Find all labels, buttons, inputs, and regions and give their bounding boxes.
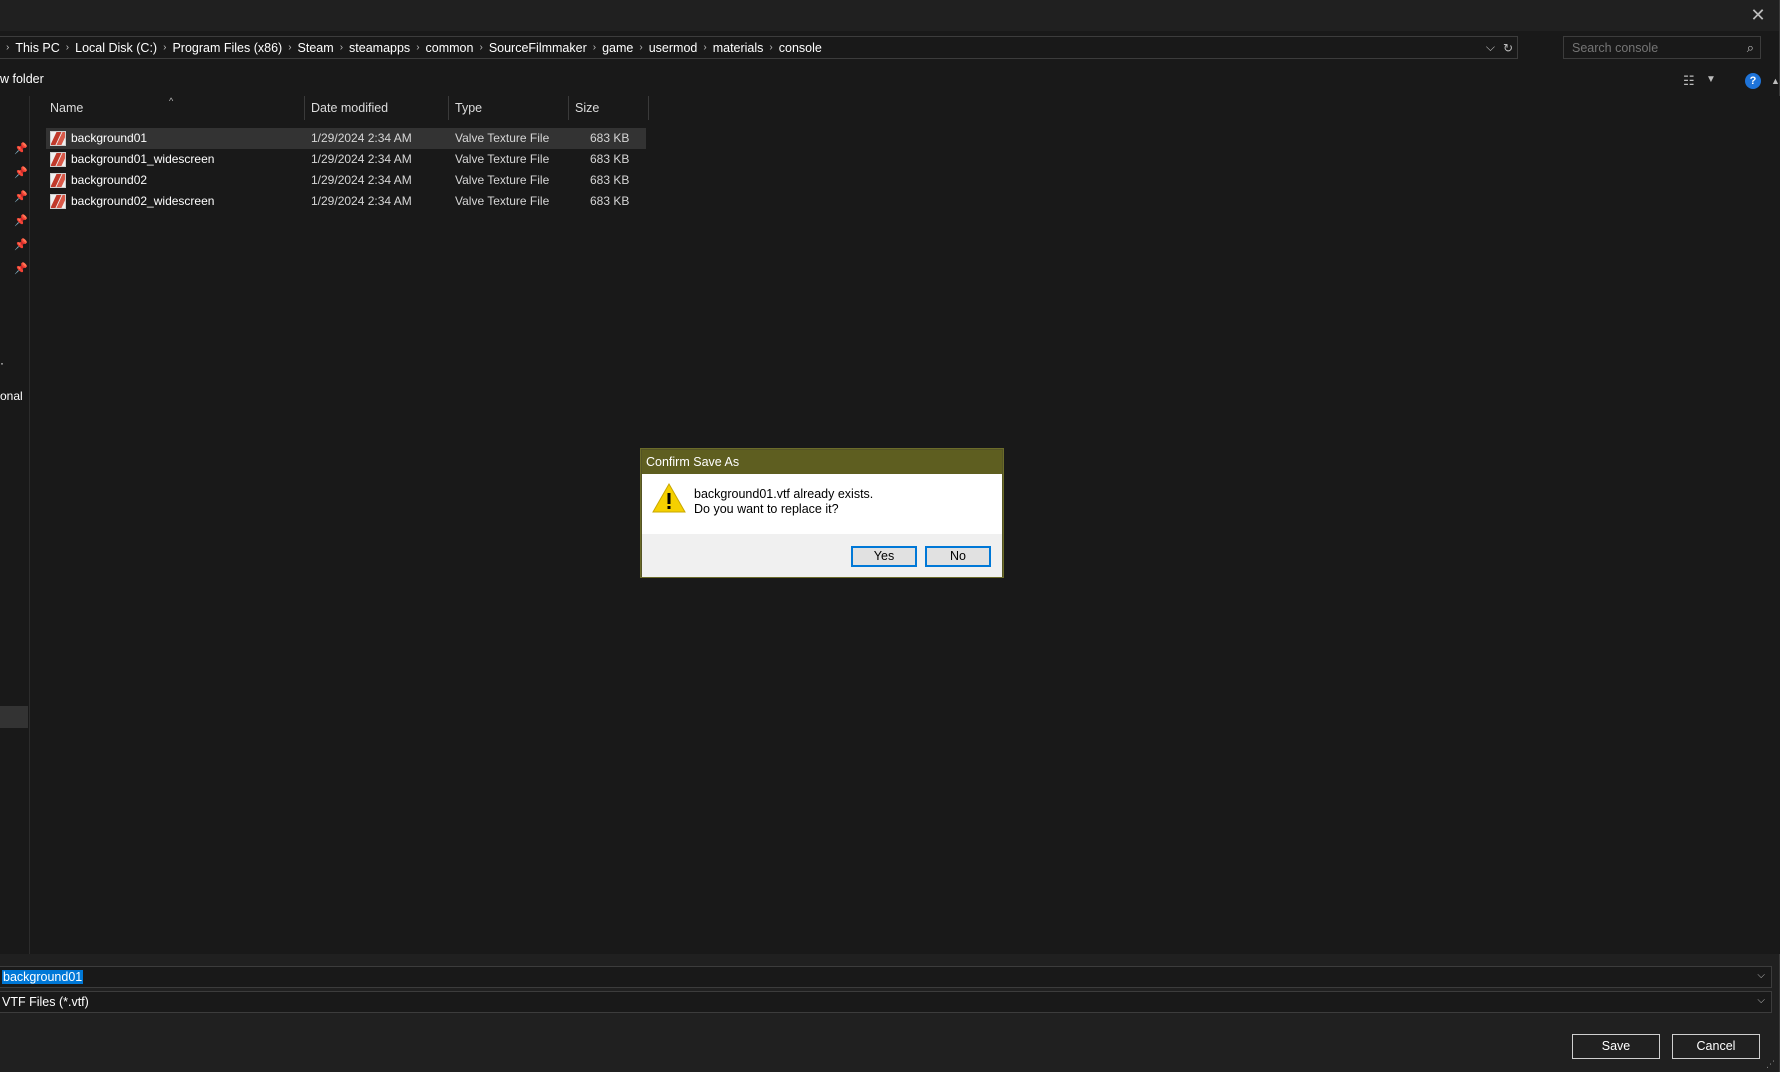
breadcrumb-item[interactable]: steamapps xyxy=(349,41,410,55)
file-date: 1/29/2024 2:34 AM xyxy=(311,131,412,145)
navigation-pane: 📌 📌 📌 📌 📌 📌 · onal xyxy=(0,96,30,954)
cancel-button[interactable]: Cancel xyxy=(1672,1034,1760,1059)
dialog-body: background01.vtf already exists. Do you … xyxy=(642,474,1002,534)
pin-icon: 📌 xyxy=(14,191,28,203)
file-size: 683 KB xyxy=(590,173,630,187)
chevron-down-icon[interactable]: ⌵ xyxy=(1757,970,1765,981)
pin-icon: 📌 xyxy=(14,215,28,227)
vtf-file-icon xyxy=(50,131,66,146)
resize-grip-icon[interactable]: ⋰ xyxy=(1766,1059,1775,1070)
file-size: 683 KB xyxy=(590,131,630,145)
chevron-down-icon[interactable]: ⌵ xyxy=(1757,995,1765,1006)
filename-combobox[interactable]: background01 ⌵ xyxy=(0,966,1772,988)
help-icon[interactable]: ? xyxy=(1745,73,1761,89)
file-size: 683 KB xyxy=(590,194,630,208)
file-row[interactable]: background01 1/29/2024 2:34 AM Valve Tex… xyxy=(46,128,646,149)
pin-icon: 📌 xyxy=(14,167,28,179)
file-type: Valve Texture File xyxy=(455,152,550,166)
breadcrumb-item[interactable]: This PC xyxy=(15,41,59,55)
file-name: background02 xyxy=(71,173,148,187)
chevron-down-icon[interactable]: ▼ xyxy=(1706,74,1716,85)
save-panel: background01 ⌵ VTF Files (*.vtf) ⌵ Save … xyxy=(0,954,1779,1072)
vtf-file-icon xyxy=(50,173,66,188)
nav-item-fragment[interactable]: · xyxy=(0,356,4,370)
filename-input[interactable]: background01 xyxy=(2,970,84,984)
no-button[interactable]: No xyxy=(925,546,991,567)
file-row[interactable]: background01_widescreen 1/29/2024 2:34 A… xyxy=(46,149,646,170)
close-icon[interactable]: ✕ xyxy=(1747,4,1769,26)
file-name: background02_widescreen xyxy=(71,194,215,208)
chevron-right-icon[interactable]: › xyxy=(157,42,172,53)
column-header-date[interactable]: Date modified xyxy=(305,96,448,120)
search-icon[interactable]: ⌕ xyxy=(1747,40,1754,56)
file-date: 1/29/2024 2:34 AM xyxy=(311,173,412,187)
chevron-right-icon[interactable]: › xyxy=(410,42,425,53)
dialog-line-1: background01.vtf already exists. xyxy=(694,487,874,501)
chevron-right-icon[interactable]: › xyxy=(334,42,349,53)
dialog-message: background01.vtf already exists. Do you … xyxy=(694,487,873,517)
chevron-right-icon[interactable]: › xyxy=(587,42,602,53)
search-input[interactable] xyxy=(1570,39,1730,56)
file-date: 1/29/2024 2:34 AM xyxy=(311,194,412,208)
breadcrumb-item[interactable]: SourceFilmmaker xyxy=(489,41,587,55)
file-row[interactable]: background02 1/29/2024 2:34 AM Valve Tex… xyxy=(46,170,646,191)
title-bar: ✕ xyxy=(0,0,1779,31)
file-size: 683 KB xyxy=(590,152,630,166)
save-button[interactable]: Save xyxy=(1572,1034,1660,1059)
chevron-right-icon[interactable]: › xyxy=(763,42,778,53)
breadcrumb-item[interactable]: game xyxy=(602,41,633,55)
warning-icon xyxy=(652,482,686,513)
file-name: background01_widescreen xyxy=(71,152,215,166)
chevron-right-icon[interactable]: › xyxy=(473,42,488,53)
column-divider xyxy=(648,96,649,120)
chevron-right-icon[interactable]: › xyxy=(282,42,297,53)
chevron-right-icon[interactable]: › xyxy=(60,42,75,53)
breadcrumb-item[interactable]: console xyxy=(779,41,822,55)
file-name: background01 xyxy=(71,131,148,145)
pin-icon: 📌 xyxy=(14,263,28,275)
filetype-select[interactable]: VTF Files (*.vtf) ⌵ xyxy=(0,991,1772,1013)
dialog-footer: Yes No xyxy=(642,534,1002,577)
chevron-right-icon[interactable]: › xyxy=(697,42,712,53)
breadcrumb: › This PC › Local Disk (C:) › Program Files (… xyxy=(0,37,822,58)
file-type: Valve Texture File xyxy=(455,131,550,145)
vtf-file-icon xyxy=(50,194,66,209)
view-options-icon[interactable]: ☷ xyxy=(1683,73,1695,89)
search-box[interactable]: ⌕ xyxy=(1563,36,1761,59)
column-header-size[interactable]: Size xyxy=(569,96,648,120)
column-header-name[interactable]: Name xyxy=(44,96,294,120)
file-date: 1/29/2024 2:34 AM xyxy=(311,152,412,166)
new-folder-button[interactable]: w folder xyxy=(0,72,44,86)
refresh-icon[interactable]: ↻ xyxy=(1503,41,1513,55)
file-row[interactable]: background02_widescreen 1/29/2024 2:34 A… xyxy=(46,191,646,212)
breadcrumb-item[interactable]: usermod xyxy=(649,41,698,55)
breadcrumb-item[interactable]: Steam xyxy=(298,41,334,55)
address-bar[interactable]: › This PC › Local Disk (C:) › Program Files (… xyxy=(0,36,1518,59)
chevron-down-icon[interactable]: ⌵ xyxy=(1486,40,1495,55)
chevron-right-icon[interactable]: › xyxy=(633,42,648,53)
breadcrumb-item[interactable]: materials xyxy=(713,41,764,55)
filetype-value: VTF Files (*.vtf) xyxy=(2,995,89,1009)
confirm-dialog: Confirm Save As background01.vtf already… xyxy=(641,449,1003,577)
nav-item-selected[interactable] xyxy=(0,706,28,728)
pin-icon: 📌 xyxy=(14,239,28,251)
toolbar: w folder ☷ ▼ ? xyxy=(0,66,1779,96)
yes-button[interactable]: Yes xyxy=(851,546,917,567)
pin-icon: 📌 xyxy=(14,143,28,155)
file-type: Valve Texture File xyxy=(455,173,550,187)
breadcrumb-item[interactable]: Program Files (x86) xyxy=(172,41,282,55)
breadcrumb-item[interactable]: common xyxy=(426,41,474,55)
nav-item-fragment[interactable]: onal xyxy=(0,389,23,403)
vtf-file-icon xyxy=(50,152,66,167)
scroll-up-arrow-icon[interactable]: ▲ xyxy=(1771,76,1780,86)
breadcrumb-item[interactable]: Local Disk (C:) xyxy=(75,41,157,55)
chevron-right-icon[interactable]: › xyxy=(0,42,15,53)
dialog-title: Confirm Save As xyxy=(642,450,1002,474)
column-header-type[interactable]: Type xyxy=(449,96,568,120)
file-type: Valve Texture File xyxy=(455,194,550,208)
dialog-line-2: Do you want to replace it? xyxy=(694,502,839,516)
